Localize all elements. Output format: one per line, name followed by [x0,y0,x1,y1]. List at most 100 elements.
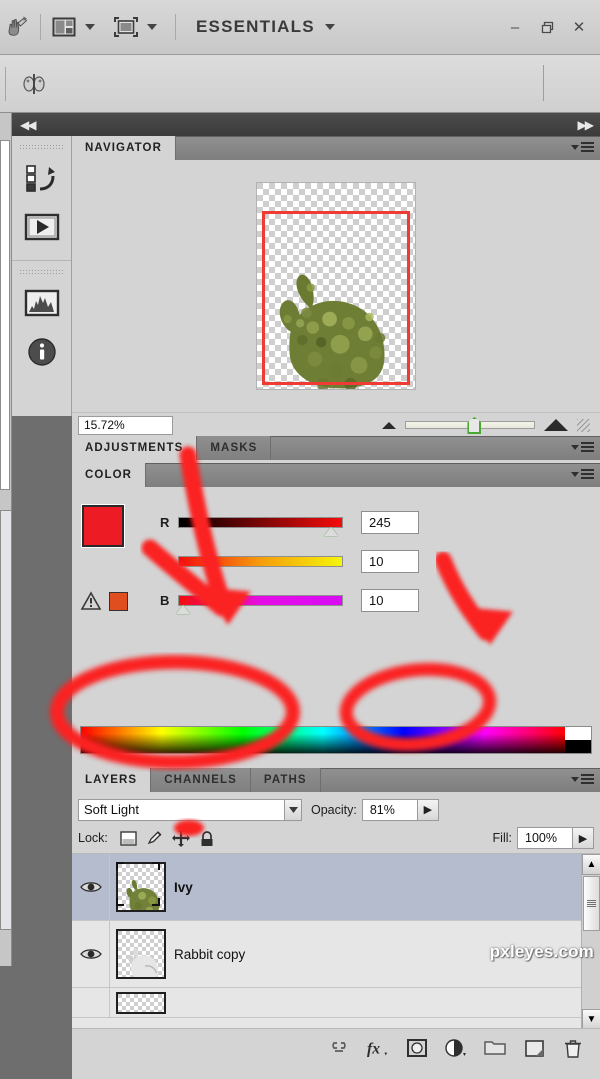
navigator-thumbnail[interactable] [256,182,416,390]
tab-adjustments[interactable]: ADJUSTMENTS [72,436,198,460]
table-row[interactable]: Ivy [72,854,600,921]
new-layer-icon[interactable] [523,1037,545,1059]
navigator-panel-header: NAVIGATOR [72,136,600,160]
color-ramp[interactable] [80,726,592,754]
options-bar-grip[interactable] [5,66,13,101]
layer-thumbnail-ivy[interactable] [116,862,166,912]
tab-layers[interactable]: LAYERS [72,768,152,792]
zoom-slider[interactable] [405,417,535,434]
rail-grip-2[interactable] [12,267,71,277]
channel-value-r[interactable]: 245 [361,510,419,534]
photoshop-window: ESSENTIALS – ✕ ◀◀ ▶▶ NAVIGATOR 15.72% AD… [0,0,600,1079]
dock-collapse-arrows-icon[interactable]: ◀◀ [20,118,37,132]
navigator-preview-area[interactable] [72,160,600,412]
collapsed-panel-rail [12,136,72,416]
zoom-level-input[interactable]: 15.72% [78,415,173,435]
zoom-out-small-mountain-icon[interactable] [382,421,396,429]
fill-input[interactable]: 100% [517,827,573,849]
navigator-view-box[interactable] [262,211,410,385]
blend-mode-chevron-down-icon[interactable] [285,798,302,821]
layer-list[interactable]: Ivy Rabbit copy ▲ ▼ [72,853,600,1029]
channel-value-b[interactable]: 10 [361,588,419,612]
options-bar-divider [543,65,544,101]
layers-panel-menu-icon[interactable] [571,774,594,784]
fill-chevron-right-icon[interactable]: ▶ [573,827,594,849]
new-group-icon[interactable] [484,1037,506,1059]
layer-thumbnail-rabbit-copy[interactable] [116,929,166,979]
info-icon[interactable] [12,329,72,375]
layer-visibility-eye-icon[interactable] [72,921,110,987]
delete-layer-icon[interactable] [562,1037,584,1059]
fill-group: Fill: 100% ▶ [484,827,594,849]
scroll-down-chevron-down-icon[interactable]: ▼ [582,1009,600,1028]
scrollbar-thumb[interactable] [582,876,600,931]
close-button[interactable]: ✕ [570,18,588,36]
tab-color[interactable]: COLOR [72,463,147,487]
lock-transparent-pixels-icon[interactable] [116,827,142,849]
channel-value-g[interactable]: 10 [361,549,419,573]
history-icon[interactable] [12,152,72,204]
lock-all-icon[interactable] [194,827,220,849]
zoom-slider-knob[interactable] [467,417,482,434]
color-ramp-gradient[interactable] [81,727,565,753]
workspace-chevron-down-icon[interactable] [324,24,335,30]
window-controls: – ✕ [506,18,600,37]
foreground-color-swatch[interactable] [82,505,124,547]
out-of-gamut-warning-icon [80,591,102,610]
layer-thumbnail-partial[interactable] [116,991,166,1014]
zoom-in-large-mountain-icon[interactable] [544,419,568,431]
hand-rotate-icon[interactable] [0,10,34,44]
channel-slider-knob-g[interactable] [175,565,190,575]
workspace-label[interactable]: ESSENTIALS [196,17,315,37]
opacity-input[interactable]: 81% [361,798,418,821]
scroll-up-chevron-up-icon[interactable]: ▲ [582,854,600,875]
actions-play-icon[interactable] [12,204,72,250]
layer-visibility-eye-icon[interactable] [72,854,110,920]
panel-dock: ◀◀ ▶▶ NAVIGATOR 15.72% ADJUSTMENTS MASKS… [12,113,600,1079]
blend-mode-select[interactable]: Soft Light [78,798,285,821]
layer-name[interactable]: Rabbit copy [174,947,245,962]
layer-mask-icon[interactable] [406,1037,428,1059]
screen-mode-icon[interactable] [109,10,143,44]
histogram-icon[interactable] [12,277,72,329]
screen-mode-chevron-down-icon[interactable] [147,24,157,30]
link-layers-icon[interactable] [328,1037,350,1059]
out-of-gamut-warning[interactable] [80,591,128,611]
tab-channels[interactable]: CHANNELS [151,768,251,792]
adjustments-panel-menu-icon[interactable] [571,442,594,452]
lock-image-pixels-icon[interactable] [142,827,168,849]
tab-masks[interactable]: MASKS [197,436,272,460]
in-gamut-color-swatch[interactable] [109,591,128,611]
layers-footer-toolbar: fx [72,1029,600,1067]
channel-slider-r[interactable] [178,516,343,536]
lock-position-icon[interactable] [168,827,194,849]
watermark: pxleyes.com [489,942,594,961]
layer-visibility-eye-icon[interactable] [72,988,110,1017]
adjustment-layer-icon[interactable] [445,1037,467,1059]
channel-slider-knob-b[interactable] [175,604,190,614]
arrange-documents-chevron-down-icon[interactable] [85,24,95,30]
rail-grip-1[interactable] [12,142,71,152]
layer-name[interactable]: Ivy [174,880,193,895]
channel-slider-g[interactable] [175,555,343,575]
channel-slider-knob-r[interactable] [324,526,339,536]
tab-navigator[interactable]: NAVIGATOR [72,136,176,160]
navigator-panel-menu-icon[interactable] [571,142,594,152]
table-row[interactable] [72,988,600,1018]
resize-grip-icon[interactable] [577,418,590,432]
color-panel-body: R 245 G 10 B 10 [72,487,600,768]
symmetry-tool-icon[interactable] [17,67,51,101]
dock-expand-arrows-icon[interactable]: ▶▶ [578,118,595,132]
opacity-chevron-right-icon[interactable]: ▶ [417,798,439,821]
color-ramp-white-black[interactable] [565,727,591,753]
arrange-documents-icon[interactable] [47,10,81,44]
minimize-button[interactable]: – [506,18,524,36]
tool-options-bar [0,55,600,113]
color-panel-menu-icon[interactable] [571,469,594,479]
channel-slider-b[interactable] [175,594,343,614]
document-window-sliver-top[interactable] [0,140,10,490]
restore-button[interactable] [538,18,556,36]
tab-paths[interactable]: PATHS [250,768,321,792]
document-window-sliver-bottom[interactable] [0,510,12,930]
layer-style-fx-icon[interactable]: fx [367,1037,389,1059]
